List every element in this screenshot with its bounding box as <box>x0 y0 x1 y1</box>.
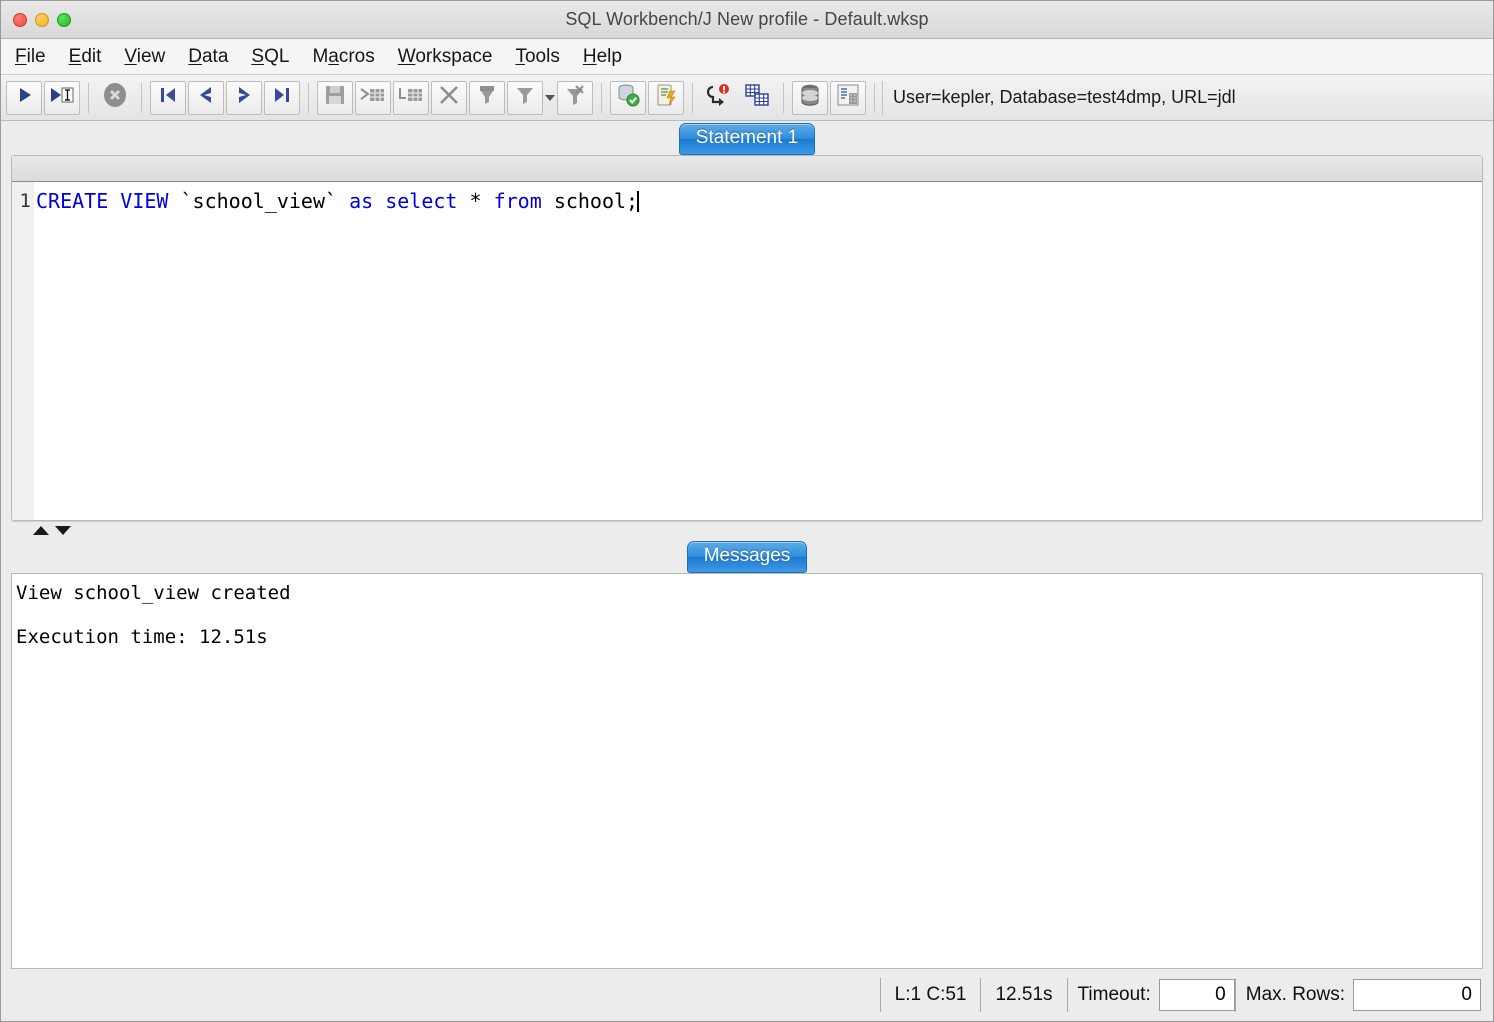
max-rows-input[interactable]: 0 <box>1353 979 1481 1011</box>
sql-editor-panel: Statement 1 1 CREATE VIEW `school_view` … <box>11 121 1483 521</box>
stop-button[interactable] <box>97 81 133 115</box>
menu-data[interactable]: Data <box>188 44 245 70</box>
panel-splitter[interactable] <box>11 521 1483 539</box>
append-results-icon <box>744 83 770 112</box>
collapse-up-icon[interactable] <box>33 526 49 535</box>
text-caret <box>637 191 640 212</box>
previous-statement-button[interactable] <box>188 80 224 115</box>
database-explorer-button[interactable] <box>792 80 828 115</box>
chevron-down-icon <box>545 89 555 107</box>
insert-row-icon <box>360 85 386 110</box>
sql-token-keyword: from <box>493 189 554 213</box>
rollback-button[interactable] <box>648 80 684 115</box>
stop-icon <box>102 82 128 113</box>
menu-help[interactable]: Help <box>583 44 639 70</box>
previous-statement-icon <box>196 85 216 110</box>
object-info-icon <box>836 83 860 112</box>
last-statement-button[interactable] <box>264 80 300 115</box>
rollback-icon <box>654 83 678 112</box>
messages-panel: Messages View school_view created Execut… <box>11 539 1483 969</box>
main-content: Statement 1 1 CREATE VIEW `school_view` … <box>1 121 1493 969</box>
title-bar: SQL Workbench/J New profile - Default.wk… <box>1 1 1493 39</box>
toolbar-separator <box>692 82 693 113</box>
sql-code-text[interactable]: CREATE VIEW `school_view` as select * fr… <box>34 182 1482 520</box>
toolbar-separator <box>88 82 89 113</box>
save-data-icon <box>324 84 346 111</box>
application-window: SQL Workbench/J New profile - Default.wk… <box>0 0 1494 1022</box>
object-info-button[interactable] <box>830 80 866 115</box>
first-statement-icon <box>158 85 178 110</box>
timeout-label: Timeout: <box>1077 984 1151 1005</box>
editor-header-strip <box>12 156 1482 182</box>
reset-filter-icon <box>564 84 586 111</box>
tab-statement-1[interactable]: Statement 1 <box>678 123 816 155</box>
connection-status: User=kepler, Database=test4dmp, URL=jdl <box>882 80 1489 115</box>
ignore-errors-button[interactable] <box>701 81 737 115</box>
timeout-input[interactable]: 0 <box>1158 979 1235 1011</box>
filter-data-button[interactable] <box>469 80 505 115</box>
next-statement-icon <box>234 85 254 110</box>
sql-editor-area[interactable]: 1 CREATE VIEW `school_view` as select * … <box>12 182 1482 520</box>
toolbar-separator <box>874 82 875 113</box>
status-bar: L:1 C:51 12.51s Timeout: 0 Max. Rows: 0 <box>1 969 1493 1021</box>
messages-tabstrip: Messages <box>11 539 1483 573</box>
toolbar-separator <box>601 82 602 113</box>
menu-view[interactable]: View <box>124 44 182 70</box>
quick-filter-icon <box>514 84 536 111</box>
line-number-gutter: 1 <box>12 182 34 520</box>
database-explorer-icon <box>799 83 821 112</box>
menu-sql[interactable]: SQL <box>251 44 306 70</box>
quick-filter-button[interactable] <box>507 80 543 115</box>
first-statement-button[interactable] <box>150 80 186 115</box>
collapse-down-icon[interactable] <box>55 526 71 535</box>
append-results-button[interactable] <box>739 81 775 115</box>
toolbar-separator <box>783 82 784 113</box>
sql-token-identifier: `school_view` <box>180 189 350 213</box>
last-statement-icon <box>272 85 292 110</box>
copy-row-button[interactable] <box>393 80 429 115</box>
menu-edit[interactable]: Edit <box>69 44 119 70</box>
cursor-position: L:1 C:51 <box>894 984 967 1005</box>
save-data-button[interactable] <box>317 80 353 115</box>
delete-row-icon <box>438 84 460 111</box>
execute-all-icon <box>14 85 34 110</box>
editor-tabstrip: Statement 1 <box>11 121 1483 155</box>
reset-filter-button[interactable] <box>557 80 593 115</box>
commit-button[interactable] <box>610 80 646 115</box>
menu-bar: File Edit View Data SQL Macros Workspace… <box>1 39 1493 75</box>
commit-icon <box>616 83 640 112</box>
menu-file[interactable]: File <box>15 44 63 70</box>
main-toolbar: User=kepler, Database=test4dmp, URL=jdl <box>1 75 1493 121</box>
delete-row-button[interactable] <box>431 80 467 115</box>
execute-current-icon <box>49 85 75 110</box>
insert-row-button[interactable] <box>355 80 391 115</box>
sql-token-keyword: as select <box>349 189 470 213</box>
menu-tools[interactable]: Tools <box>515 44 576 70</box>
toolbar-separator <box>308 82 309 113</box>
sql-token-keyword: CREATE VIEW <box>36 189 181 213</box>
execute-current-button[interactable] <box>44 80 80 115</box>
quick-filter-dropdown-button[interactable] <box>544 81 556 115</box>
execution-time: 12.51s <box>995 984 1053 1005</box>
filter-data-icon <box>476 84 498 111</box>
sql-editor-container: 1 CREATE VIEW `school_view` as select * … <box>11 155 1483 521</box>
next-statement-button[interactable] <box>226 80 262 115</box>
menu-macros[interactable]: Macros <box>312 44 391 70</box>
window-title: SQL Workbench/J New profile - Default.wk… <box>565 9 929 29</box>
sql-token-star: * <box>469 189 494 213</box>
sql-token-identifier: school; <box>553 189 639 213</box>
toolbar-separator <box>141 82 142 113</box>
messages-text: View school_view created Execution time:… <box>11 573 1483 969</box>
menu-workspace[interactable]: Workspace <box>398 44 510 70</box>
max-rows-label: Max. Rows: <box>1245 984 1345 1005</box>
copy-row-icon <box>398 85 424 110</box>
tab-messages[interactable]: Messages <box>686 541 808 573</box>
ignore-errors-icon <box>706 83 731 112</box>
execute-all-button[interactable] <box>6 80 42 115</box>
